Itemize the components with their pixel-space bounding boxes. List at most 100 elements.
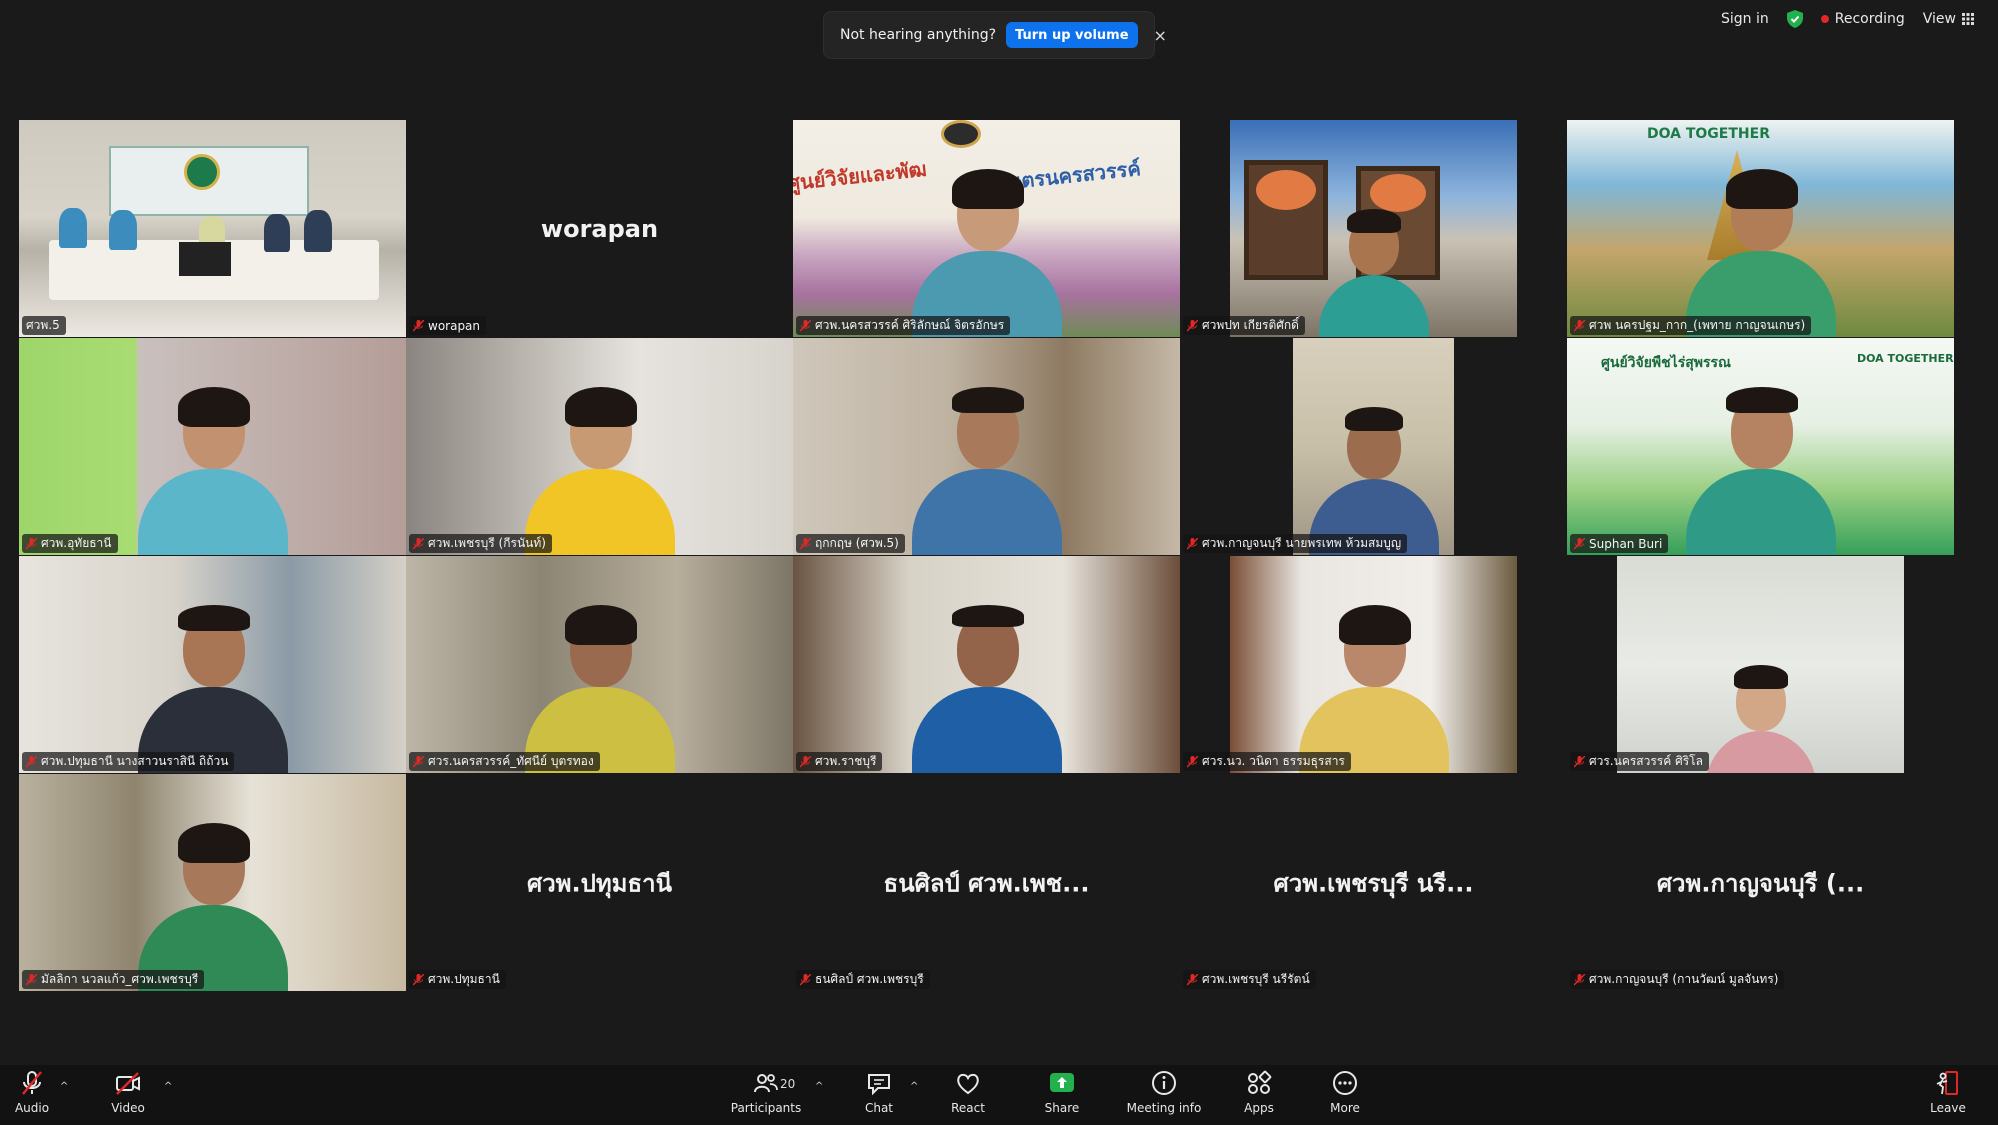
participant-name: ศวพ.ปทุมธานี นางสาวนราสินี ถิถ้วน xyxy=(41,754,229,768)
participant-name-label: ศวพ.ราชบุรี xyxy=(796,752,883,771)
participants-options-caret[interactable]: ^ xyxy=(815,1081,823,1092)
heart-icon xyxy=(957,1073,979,1095)
name-tile[interactable]: worapan worapan xyxy=(406,120,793,337)
audio-notification: Not hearing anything? Turn up volume × xyxy=(823,11,1167,59)
recording-indicator[interactable]: Recording xyxy=(1820,11,1905,27)
video-tile[interactable]: ศวพ.เพชรบุรี (กีรนันท์) xyxy=(406,338,793,555)
close-icon[interactable]: × xyxy=(1154,26,1167,45)
video-label: Video xyxy=(111,1101,145,1115)
participant-video xyxy=(1685,169,1836,337)
chat-button[interactable]: Chat xyxy=(859,1069,899,1123)
participant-name: ศวร.นครสวรรค์ ศิริโล xyxy=(1589,754,1703,768)
participant-figure xyxy=(59,208,87,248)
video-tile[interactable]: มัลลิกา นวลแก้ว_ศวพ.เพชรบุรี xyxy=(19,774,406,991)
participant-name: ศวร.นครสวรรค์_ทัศนีย์ บุตรทอง xyxy=(428,754,594,768)
video-tile[interactable]: ศวพ.ราชบุรี xyxy=(793,556,1180,773)
video-tile[interactable]: ศวพ.กาญจนบุรี นายพรเทพ ห้วมสมบูญ xyxy=(1180,338,1567,555)
participant-name: ศวพ.กาญจนบุรี (กานวัฒน์ มูลจันทร) xyxy=(1589,972,1779,986)
more-label: More xyxy=(1330,1101,1360,1115)
name-tile[interactable]: ศวพ.ปทุมธานี ศวพ.ปทุมธานี xyxy=(406,774,793,991)
chat-options-caret[interactable]: ^ xyxy=(910,1081,918,1092)
mic-off-icon xyxy=(1574,537,1585,549)
participant-video xyxy=(911,169,1062,337)
mic-off-icon xyxy=(1574,319,1585,331)
name-tile[interactable]: ธนศิลป์ ศวพ.เพช... ธนศิลป์ ศวพ.เพชรบุรี xyxy=(793,774,1180,991)
view-button[interactable]: View xyxy=(1923,11,1974,27)
participant-name-label: ศวพ.กาญจนบุรี (กานวัฒน์ มูลจันทร) xyxy=(1570,970,1785,989)
more-button[interactable]: More xyxy=(1325,1069,1365,1123)
video-tile[interactable]: ศวร.นครสวรรค์_ทัศนีย์ บุตรทอง xyxy=(406,556,793,773)
participant-display-name: ศวพ.เพชรบุรี นรี... xyxy=(1273,869,1474,897)
participant-name-label: ศวพ.อุทัยธานี xyxy=(22,534,118,553)
apps-label: Apps xyxy=(1244,1101,1274,1115)
participant-name-label: ธนศิลป์ ศวพ.เพชรบุรี xyxy=(796,970,930,989)
participant-name-label: ฤกกฤษ (ศวพ.5) xyxy=(796,534,905,553)
participant-name: ศวพ.ราชบุรี xyxy=(815,754,877,768)
video-options-caret[interactable]: ^ xyxy=(164,1081,172,1092)
participant-name: ศวพ.นครสวรรค์ ศิริลักษณ์ จิตรอักษร xyxy=(815,318,1005,332)
leave-button[interactable]: Leave xyxy=(1928,1069,1968,1123)
participant-name-label: ศวพ.ปทุมธานี xyxy=(409,970,506,989)
participants-icon xyxy=(754,1074,778,1093)
mic-off-icon xyxy=(1187,755,1198,767)
audio-options-caret[interactable]: ^ xyxy=(60,1081,68,1092)
name-tile[interactable]: ศวพ.กาญจนบุรี (... ศวพ.กาญจนบุรี (กานวัฒ… xyxy=(1567,774,1954,991)
turn-up-volume-button[interactable]: Turn up volume xyxy=(1006,22,1138,48)
participant-name-label: ศวพ.เพชรบุรี นรีรัตน์ xyxy=(1183,970,1316,989)
emblem-icon xyxy=(941,120,981,148)
share-screen-icon xyxy=(1050,1073,1074,1092)
participant-name: Suphan Buri xyxy=(1589,536,1663,551)
more-icon xyxy=(1333,1071,1357,1095)
participant-name-label: ศวพ.นครสวรรค์ ศิริลักษณ์ จิตรอักษร xyxy=(796,316,1011,335)
participant-name-label: Suphan Buri xyxy=(1570,534,1669,553)
participant-name-label: ศวพ.ปทุมธานี นางสาวนราสินี ถิถ้วน xyxy=(22,752,235,771)
participant-name: ศวพ นครปฐม_กาก_(เพทาย กาญจนเกษร) xyxy=(1589,318,1806,332)
share-button[interactable]: Share xyxy=(1042,1069,1082,1123)
video-tile[interactable]: ศวร.นครสวรรค์ ศิริโล xyxy=(1567,556,1954,773)
shield-check-icon[interactable] xyxy=(1786,10,1803,28)
video-tile[interactable]: ศวพ.อุทัยธานี xyxy=(19,338,406,555)
participant-name-label: ศวพ.5 xyxy=(22,316,66,335)
meeting-info-button[interactable]: Meeting info xyxy=(1124,1069,1204,1123)
participant-name: มัลลิกา นวลแก้ว_ศวพ.เพชรบุรี xyxy=(41,972,199,986)
backdrop-banner-text-right: DOA TOGETHER xyxy=(1857,352,1954,365)
participant-name: ศวร.นว. วนิดา ธรรมธุรสาร xyxy=(1202,754,1345,768)
video-tile[interactable]: ศูนย์วิจัยพืชไร่สุพรรณ DOA TOGETHER Suph… xyxy=(1567,338,1954,555)
name-tile[interactable]: ศวพ.เพชรบุรี นรี... ศวพ.เพชรบุรี นรีรัตน… xyxy=(1180,774,1567,991)
react-label: React xyxy=(951,1101,985,1115)
mic-off-icon xyxy=(800,755,811,767)
participant-name: ศวพ.ปทุมธานี xyxy=(428,972,500,986)
video-tile[interactable]: ศวพปท เกียรติศักดิ์ xyxy=(1180,120,1567,337)
video-tile[interactable]: DOA TOGETHER ศวพ นครปฐม_กาก_(เพทาย กาญจน… xyxy=(1567,120,1954,337)
participant-video xyxy=(1705,665,1816,773)
mic-off-icon xyxy=(800,973,811,985)
meeting-info-label: Meeting info xyxy=(1126,1101,1202,1115)
participant-name-label: ศวร.นครสวรรค์_ทัศนีย์ บุตรทอง xyxy=(409,752,600,771)
video-tile[interactable]: ฤกกฤษ (ศวพ.5) xyxy=(793,338,1180,555)
participant-video xyxy=(1685,387,1836,555)
video-tile[interactable]: ศวร.นว. วนิดา ธรรมธุรสาร xyxy=(1180,556,1567,773)
participant-display-name: ศวพ.ปทุมธานี xyxy=(526,869,673,897)
video-tile[interactable]: ศูนย์วิจัยและพัฒ เกษตรนครสวรรค์ ศวพ.นครส… xyxy=(793,120,1180,337)
recording-dot-icon xyxy=(1820,15,1829,23)
apps-button[interactable]: Apps xyxy=(1239,1069,1279,1123)
audio-label: Audio xyxy=(14,1101,50,1115)
audio-button[interactable]: Audio xyxy=(12,1069,52,1123)
participant-figure xyxy=(264,214,290,252)
sign-in-link[interactable]: Sign in xyxy=(1721,11,1769,27)
participant-name: ศวพปท เกียรติศักดิ์ xyxy=(1202,318,1299,332)
participant-name: ศวพ.กาญจนบุรี นายพรเทพ ห้วมสมบูญ xyxy=(1202,536,1402,550)
mic-off-icon xyxy=(413,537,424,549)
video-tile[interactable]: ศวพ.5 xyxy=(19,120,406,337)
react-button[interactable]: React xyxy=(948,1069,988,1123)
participant-video xyxy=(137,387,288,555)
video-button[interactable]: Video xyxy=(108,1069,148,1123)
top-right-controls: Sign in Recording View xyxy=(1721,6,1974,32)
participants-count: 20 xyxy=(780,1077,796,1091)
participant-name: ศวพ.เพชรบุรี (กีรนันท์) xyxy=(428,536,546,550)
notification-message: Not hearing anything? xyxy=(840,27,997,43)
participant-name-label: ศวร.นครสวรรค์ ศิริโล xyxy=(1570,752,1709,771)
participant-video xyxy=(1298,605,1449,773)
participant-video xyxy=(524,605,675,773)
video-tile[interactable]: ศวพ.ปทุมธานี นางสาวนราสินี ถิถ้วน xyxy=(19,556,406,773)
